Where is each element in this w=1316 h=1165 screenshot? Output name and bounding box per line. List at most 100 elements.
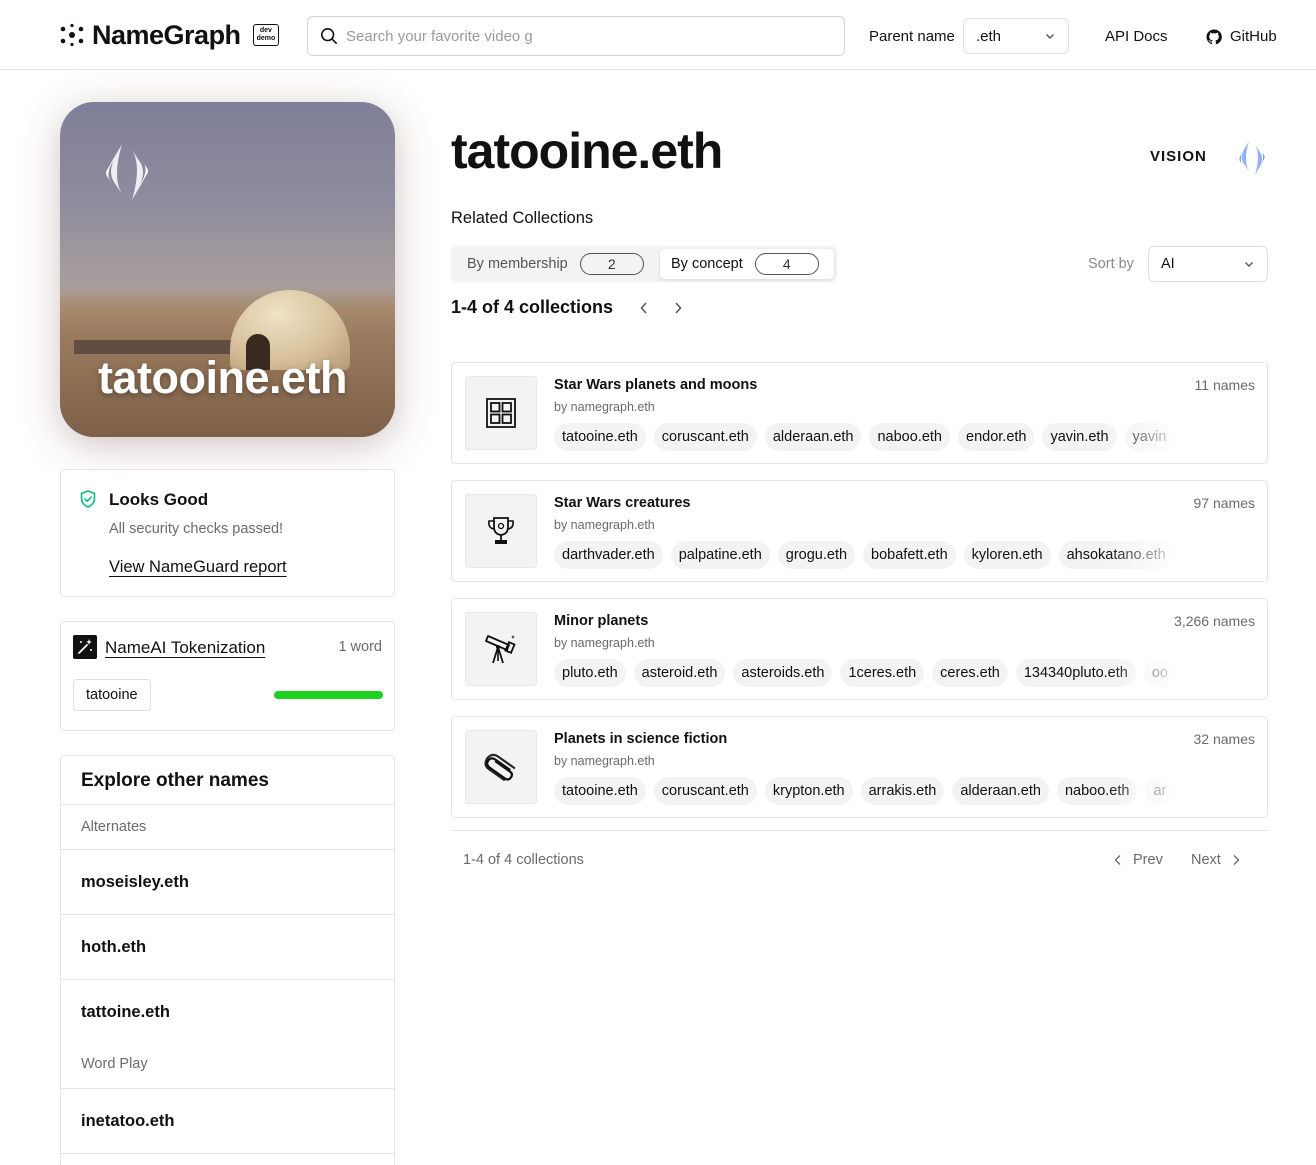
explore-name-label: tattoine.eth	[81, 1003, 170, 1021]
github-link[interactable]: GitHub	[1206, 28, 1277, 45]
nameai-tokenization-link[interactable]: NameAI Tokenization	[105, 638, 265, 658]
name-chip[interactable]: yavin	[1124, 423, 1175, 451]
name-chip[interactable]: ceres.eth	[932, 659, 1008, 687]
namegraph-logo[interactable]: NameGraph dev demo	[60, 18, 280, 52]
name-chip[interactable]: ahsokatano.eth	[1058, 541, 1174, 569]
collection-author: by namegraph.eth	[554, 400, 655, 414]
collection-card[interactable]: Minor planets by namegraph.eth 3,266 nam…	[451, 598, 1268, 700]
namegraph-mark-icon	[60, 23, 84, 47]
trophy-icon	[488, 517, 514, 544]
tab-count-badge: 4	[754, 253, 819, 275]
chevron-left-icon[interactable]	[638, 298, 650, 318]
name-chip[interactable]: asteroids.eth	[733, 659, 833, 687]
sort-by-label: Sort by	[1088, 256, 1134, 272]
collection-count: 3,266 names	[1174, 613, 1255, 629]
collection-card[interactable]: Star Wars creatures by namegraph.eth 97 …	[451, 480, 1268, 582]
explore-name-item[interactable]: inetatoo.eth	[61, 1088, 394, 1153]
tab-by-concept[interactable]: By concept 4	[660, 249, 834, 279]
ens-app-icon[interactable]	[1236, 140, 1268, 176]
pagination-divider	[451, 830, 1268, 831]
name-chip[interactable]: asteroid.eth	[633, 659, 726, 687]
name-chip[interactable]: 1ceres.eth	[840, 659, 925, 687]
search-icon	[320, 27, 338, 45]
nameguard-title: Looks Good	[109, 490, 209, 509]
shield-check-icon	[80, 490, 96, 508]
sort-select[interactable]: AI	[1148, 246, 1268, 282]
dev-demo-badge: dev demo	[252, 24, 280, 46]
parent-name-select[interactable]: .eth	[963, 18, 1069, 54]
collection-name-chips: darthvader.eth palpatine.eth grogu.eth b…	[554, 541, 1184, 571]
name-chip[interactable]: ar	[1145, 777, 1175, 805]
name-chip[interactable]: naboo.eth	[1056, 777, 1138, 805]
name-chip[interactable]: naboo.eth	[869, 423, 950, 451]
github-icon	[1206, 28, 1222, 44]
api-docs-label: API Docs	[1105, 28, 1168, 45]
chevron-right-icon[interactable]	[672, 298, 684, 318]
nameai-tokenization-card: NameAI Tokenization 1 word tatooine	[60, 621, 395, 731]
top-header: NameGraph dev demo Parent name .eth API …	[0, 0, 1316, 70]
collection-icon-box	[465, 730, 537, 804]
name-chip[interactable]: grogu.eth	[777, 541, 856, 569]
tab-by-membership[interactable]: By membership 2	[467, 249, 644, 279]
related-collections-label: Related Collections	[451, 209, 594, 227]
name-chip[interactable]: kyloren.eth	[963, 541, 1051, 569]
explore-name-label: inetatoo.eth	[81, 1112, 175, 1130]
github-label: GitHub	[1230, 28, 1277, 45]
grid-icon	[486, 398, 516, 428]
name-chip[interactable]: darthvader.eth	[554, 541, 663, 569]
page-title: tatooine.eth	[451, 123, 723, 179]
collection-count: 97 names	[1193, 495, 1255, 511]
name-chip[interactable]: alderaan.eth	[952, 777, 1049, 805]
avatar-name-text: tatooine.eth	[98, 352, 348, 403]
api-docs-link[interactable]: API Docs	[1105, 28, 1168, 45]
next-page-button[interactable]: Next	[1191, 852, 1241, 868]
name-chip[interactable]: coruscant.eth	[653, 777, 757, 805]
name-chip[interactable]: tatooine.eth	[554, 423, 646, 451]
vision-logo[interactable]: VISION	[1150, 148, 1207, 165]
explore-name-item[interactable]: moseisley.eth	[61, 849, 394, 914]
badge-line-2: demo	[256, 35, 276, 42]
explore-divider	[61, 1153, 394, 1165]
name-chip[interactable]: bobafett.eth	[863, 541, 956, 569]
section-label: Word Play	[81, 1056, 148, 1072]
collection-tabs: By membership 2 By concept 4	[451, 246, 837, 282]
collection-icon-box	[465, 376, 537, 450]
tab-label: By concept	[671, 256, 743, 272]
view-nameguard-report-link[interactable]: View NameGuard report	[109, 558, 287, 577]
paperclip-icon	[484, 753, 516, 781]
nameguard-subtitle: All security checks passed!	[109, 521, 284, 537]
name-chip[interactable]: yavin.eth	[1042, 423, 1117, 451]
name-chip[interactable]: alderaan.eth	[764, 423, 862, 451]
name-chip[interactable]: oo	[1143, 659, 1176, 687]
search-input[interactable]	[346, 27, 826, 45]
chevron-right-icon	[1233, 855, 1240, 865]
collection-card[interactable]: Star Wars planets and moons by namegraph…	[451, 362, 1268, 464]
name-chip[interactable]: palpatine.eth	[670, 541, 770, 569]
collection-icon-box	[465, 612, 537, 686]
name-chip[interactable]: arrakis.eth	[860, 777, 945, 805]
chevron-down-icon	[1245, 262, 1253, 267]
sort-value: AI	[1161, 256, 1175, 272]
explore-title: Explore other names	[81, 770, 269, 791]
collection-title: Planets in science fiction	[554, 731, 728, 747]
collection-name-chips: tatooine.eth coruscant.eth alderaan.eth …	[554, 423, 1184, 453]
sparkle-wand-icon	[73, 635, 97, 659]
name-chip[interactable]: coruscant.eth	[653, 423, 757, 451]
badge-line-1: dev	[259, 27, 272, 34]
prev-page-button[interactable]: Prev	[1113, 852, 1163, 868]
name-chip[interactable]: tatooine.eth	[554, 777, 646, 805]
name-chip[interactable]: endor.eth	[958, 423, 1035, 451]
explore-name-item[interactable]: tattoine.eth Word Play	[61, 979, 394, 1088]
collection-card[interactable]: Planets in science fiction by namegraph.…	[451, 716, 1268, 818]
collection-count: 11 names	[1194, 377, 1255, 393]
name-chip[interactable]: krypton.eth	[764, 777, 853, 805]
nameguard-card: Looks Good All security checks passed! V…	[60, 469, 395, 597]
telescope-icon	[485, 635, 516, 664]
name-chip[interactable]: 134340pluto.eth	[1015, 659, 1136, 687]
section-label: Alternates	[81, 819, 147, 835]
explore-name-item[interactable]: hoth.eth	[61, 914, 394, 979]
collection-icon-box	[465, 494, 537, 568]
name-chip[interactable]: pluto.eth	[554, 659, 626, 687]
collection-count: 32 names	[1193, 731, 1255, 747]
search-box[interactable]	[307, 16, 845, 56]
